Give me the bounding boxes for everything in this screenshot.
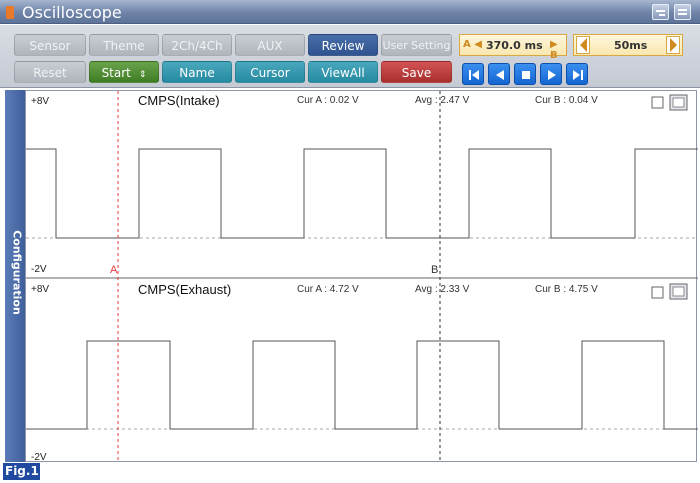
cursor-delta-value: 370.0 ms xyxy=(486,39,543,52)
stepper-icon: ⇕ xyxy=(138,70,147,80)
title-bar: Oscilloscope xyxy=(0,0,700,24)
cursor-a-label: A xyxy=(110,264,118,276)
name-button[interactable]: Name xyxy=(162,61,232,83)
oscilloscope-display[interactable]: +8V -2V CMPS(Intake) Cur A : 0.02 V Avg … xyxy=(25,90,698,463)
intake-top-scale: +8V xyxy=(31,96,49,107)
app-icon xyxy=(6,6,14,19)
time-increase-icon[interactable] xyxy=(666,36,680,54)
exhaust-waveform xyxy=(26,340,698,430)
configuration-label: Configuration xyxy=(10,230,24,315)
sensor-button[interactable]: Sensor xyxy=(14,34,86,56)
skip-start-icon[interactable] xyxy=(462,63,484,85)
step-forward-icon[interactable] xyxy=(540,63,562,85)
exhaust-bottom-scale: -2V xyxy=(31,452,47,463)
intake-channel-name: CMPS(Intake) xyxy=(138,93,220,108)
window-title: Oscilloscope xyxy=(22,3,122,22)
reset-button[interactable]: Reset xyxy=(14,61,86,83)
cursor-delta-display: A ◀ 370.0 ms ▶ B xyxy=(459,34,567,61)
intake-cur-b: Cur B : 0.04 V xyxy=(535,95,598,106)
save-button[interactable]: Save xyxy=(381,61,452,83)
intake-waveform xyxy=(26,148,698,239)
exhaust-top-scale: +8V xyxy=(31,284,49,295)
review-button[interactable]: Review xyxy=(308,34,378,56)
cursor-b-marker[interactable]: ▶ B xyxy=(550,39,566,61)
cursor-b-label: B xyxy=(431,264,438,276)
exhaust-avg: Avg : 2.33 V xyxy=(415,284,470,295)
time-div-value: 50ms xyxy=(614,39,648,52)
configuration-tab[interactable]: Configuration xyxy=(5,90,25,462)
channel-mode-button[interactable]: 2Ch/4Ch xyxy=(162,34,232,56)
restore-icon[interactable] xyxy=(652,4,669,20)
exhaust-cur-b: Cur B : 4.75 V xyxy=(535,284,598,295)
theme-button[interactable]: Theme xyxy=(89,34,159,56)
skip-end-icon[interactable] xyxy=(566,63,588,85)
intake-bottom-scale: -2V xyxy=(31,264,47,275)
cursor-a-marker[interactable]: A ◀ xyxy=(463,39,482,50)
stop-icon[interactable] xyxy=(514,63,536,85)
viewall-button[interactable]: ViewAll xyxy=(308,61,378,83)
intake-avg: Avg : 2.47 V xyxy=(415,95,470,106)
channel-intake-panel: +8V -2V CMPS(Intake) Cur A : 0.02 V Avg … xyxy=(26,93,698,275)
start-button[interactable]: Start ⇕ xyxy=(89,61,159,83)
intake-cur-a: Cur A : 0.02 V xyxy=(297,95,359,106)
time-div-control: 50ms xyxy=(573,34,683,56)
time-decrease-icon[interactable] xyxy=(576,36,590,54)
exhaust-channel-name: CMPS(Exhaust) xyxy=(138,282,231,297)
aux-button[interactable]: AUX xyxy=(235,34,305,56)
cursor-button[interactable]: Cursor xyxy=(235,61,305,83)
step-back-icon[interactable] xyxy=(488,63,510,85)
intake-checkbox-icon xyxy=(651,96,664,109)
exhaust-checkbox-icon xyxy=(651,286,664,299)
exhaust-cur-a: Cur A : 4.72 V xyxy=(297,284,359,295)
oscilloscope-app: Oscilloscope Sensor Theme 2Ch/4Ch AUX Re… xyxy=(0,0,700,483)
start-label: Start xyxy=(101,66,131,80)
toolbar: Sensor Theme 2Ch/4Ch AUX Review User Set… xyxy=(0,25,700,88)
channel-exhaust-panel: +8V -2V CMPS(Exhaust) Cur A : 4.72 V Avg… xyxy=(26,282,698,463)
waveform-canvas: +8V -2V CMPS(Intake) Cur A : 0.02 V Avg … xyxy=(26,91,698,463)
figure-label: Fig.1 xyxy=(3,463,40,480)
menu-icon[interactable] xyxy=(674,4,691,20)
user-setting-button[interactable]: User Setting xyxy=(381,34,452,56)
